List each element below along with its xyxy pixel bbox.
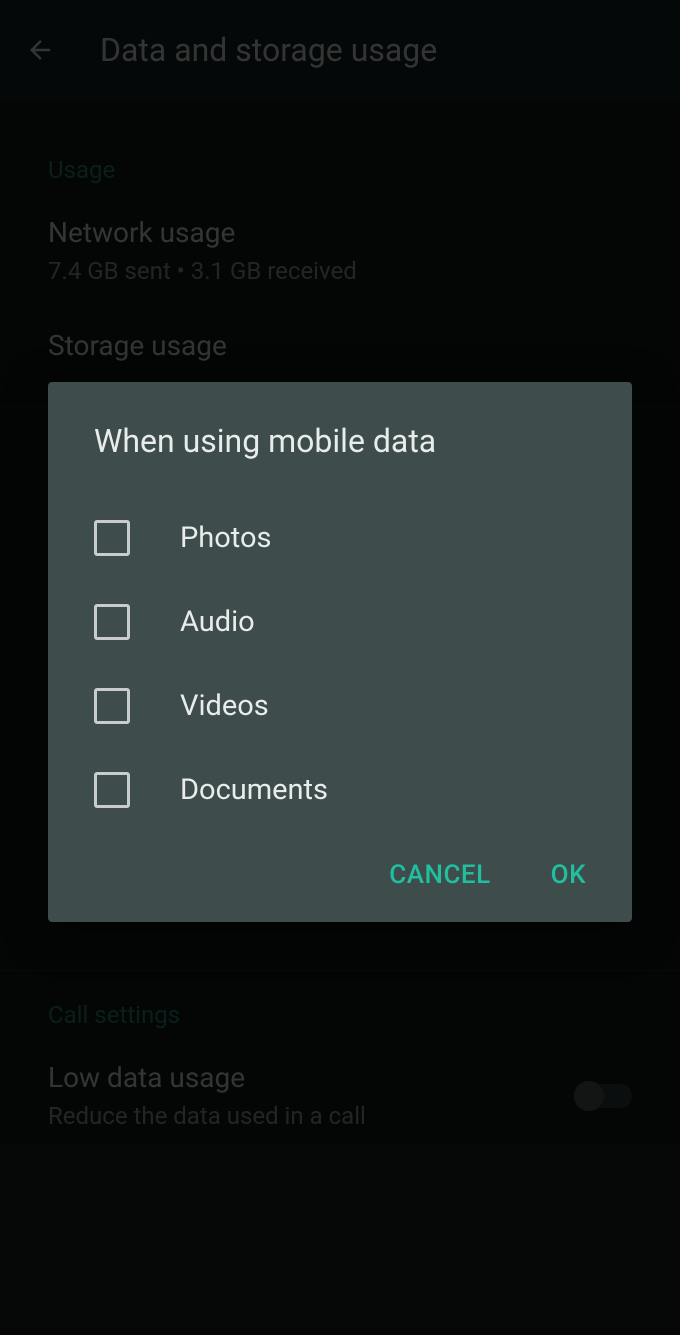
checkbox-icon[interactable] xyxy=(94,772,130,808)
option-documents[interactable]: Documents xyxy=(48,748,632,832)
dialog-title: When using mobile data xyxy=(48,422,632,460)
checkbox-icon[interactable] xyxy=(94,520,130,556)
checkbox-icon[interactable] xyxy=(94,604,130,640)
ok-button[interactable]: OK xyxy=(551,860,586,890)
cancel-button[interactable]: CANCEL xyxy=(389,860,490,890)
option-label: Videos xyxy=(180,689,269,723)
option-videos[interactable]: Videos xyxy=(48,664,632,748)
option-label: Documents xyxy=(180,773,328,807)
mobile-data-dialog: When using mobile data Photos Audio Vide… xyxy=(48,382,632,922)
option-label: Audio xyxy=(180,605,255,639)
checkbox-icon[interactable] xyxy=(94,688,130,724)
option-audio[interactable]: Audio xyxy=(48,580,632,664)
option-photos[interactable]: Photos xyxy=(48,496,632,580)
option-label: Photos xyxy=(180,521,272,555)
dialog-actions: CANCEL OK xyxy=(48,832,632,898)
